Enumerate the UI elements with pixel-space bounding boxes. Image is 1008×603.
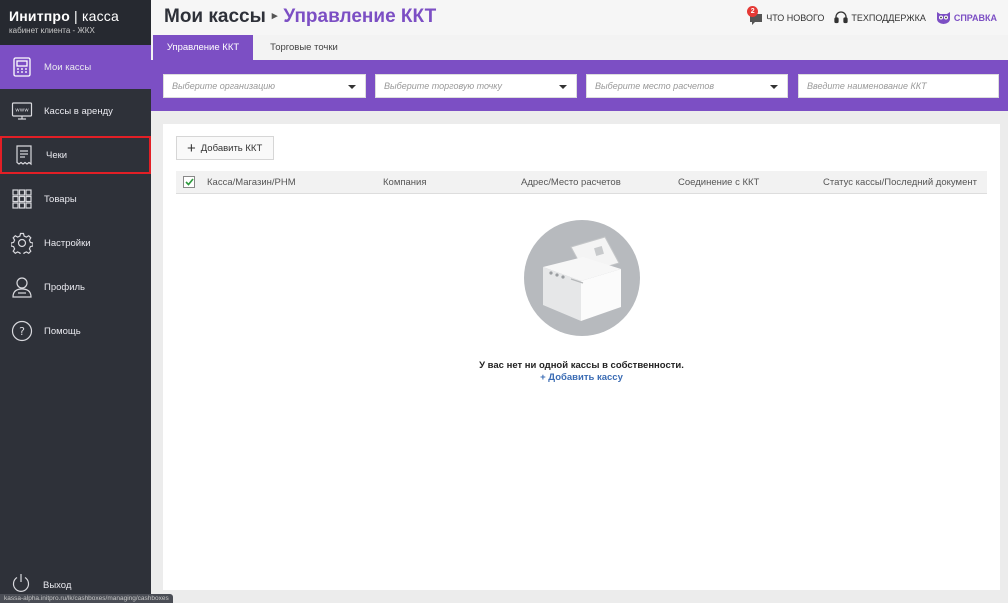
sidebar-item-receipts[interactable]: Чеки bbox=[0, 136, 151, 174]
brand-title: Инитпро | касса bbox=[9, 8, 151, 24]
column-header-connection[interactable]: Соединение с ККТ bbox=[678, 171, 759, 194]
breadcrumb-root[interactable]: Мои кассы bbox=[164, 6, 266, 27]
breadcrumb: Мои кассы ▸ Управление ККТ bbox=[164, 6, 436, 28]
receipt-icon bbox=[12, 143, 36, 167]
whats-new-link[interactable]: 2 ЧТО НОВОГО bbox=[747, 5, 825, 26]
breadcrumb-separator-icon: ▸ bbox=[271, 10, 278, 22]
sidebar-item-label: Кассы в аренду bbox=[44, 105, 113, 117]
chevron-down-icon bbox=[559, 85, 567, 89]
sidebar: Инитпро | касса кабинет клиента - ЖКХ Мо… bbox=[0, 0, 151, 603]
support-link[interactable]: ТЕХПОДДЕРЖКА bbox=[834, 10, 926, 26]
sidebar-item-help[interactable]: ? Помощь bbox=[0, 309, 151, 353]
add-kkt-label: Добавить ККТ bbox=[200, 142, 263, 154]
payment-place-select-placeholder: Выберите место расчетов bbox=[595, 81, 715, 91]
notification-badge: 2 bbox=[747, 5, 759, 17]
sidebar-item-label: Товары bbox=[44, 193, 77, 205]
chevron-down-icon bbox=[770, 85, 778, 89]
payment-place-select[interactable]: Выберите место расчетов bbox=[586, 74, 788, 98]
sidebar-item-label: Профиль bbox=[44, 281, 86, 293]
whats-new-label: ЧТО НОВОГО bbox=[766, 13, 825, 23]
content-panel: + Добавить ККТ Касса/Магазин/РНМ Компани… bbox=[163, 124, 1000, 590]
headset-icon bbox=[834, 10, 849, 26]
trade-point-select[interactable]: Выберите торговую точку bbox=[375, 74, 577, 98]
organization-select-placeholder: Выберите организацию bbox=[172, 81, 276, 91]
status-bar-url: kassa-alpha.initpro.ru/lk/cashboxes/mana… bbox=[0, 594, 173, 603]
svg-text:www: www bbox=[15, 108, 29, 114]
column-header-cashbox[interactable]: Касса/Магазин/РНМ bbox=[207, 171, 296, 194]
brand-separator: | bbox=[74, 8, 78, 24]
column-header-company[interactable]: Компания bbox=[383, 171, 426, 194]
svg-text:?: ? bbox=[19, 325, 25, 338]
sidebar-item-profile[interactable]: Профиль bbox=[0, 265, 151, 309]
sidebar-item-settings[interactable]: Настройки bbox=[0, 221, 151, 265]
column-header-address[interactable]: Адрес/Место расчетов bbox=[521, 171, 621, 194]
cash-register-icon bbox=[10, 55, 34, 79]
monitor-www-icon: www bbox=[10, 99, 34, 123]
brand[interactable]: Инитпро | касса кабинет клиента - ЖКХ bbox=[0, 0, 151, 45]
organization-select[interactable]: Выберите организацию bbox=[163, 74, 366, 98]
help-reference-link[interactable]: СПРАВКА bbox=[936, 11, 997, 26]
user-icon bbox=[10, 275, 34, 299]
owl-icon bbox=[936, 11, 951, 26]
grid-icon bbox=[10, 187, 34, 211]
kkt-name-input[interactable]: Введите наименование ККТ bbox=[798, 74, 999, 98]
empty-state-message: У вас нет ни одной кассы в собственности… bbox=[479, 360, 684, 371]
sidebar-item-label: Мои кассы bbox=[44, 61, 92, 73]
table-header: Касса/Магазин/РНМ Компания Адрес/Место р… bbox=[176, 171, 987, 194]
page-title: Управление ККТ bbox=[283, 6, 437, 27]
add-cashbox-link[interactable]: + Добавить кассу bbox=[163, 372, 1000, 383]
column-header-status[interactable]: Статус кассы/Последний документ bbox=[823, 171, 977, 194]
filter-bar: Выберите организацию Выберите торговую т… bbox=[151, 60, 1008, 111]
help-icon: ? bbox=[10, 319, 34, 343]
kkt-name-input-placeholder: Введите наименование ККТ bbox=[807, 81, 927, 91]
select-all-checkbox[interactable] bbox=[183, 176, 195, 188]
sidebar-item-label: Помощь bbox=[44, 325, 81, 337]
help-reference-label: СПРАВКА bbox=[953, 13, 997, 23]
tab-kkt-management[interactable]: Управление ККТ bbox=[153, 35, 253, 60]
sidebar-item-my-cashboxes[interactable]: Мои кассы bbox=[0, 45, 151, 89]
support-label: ТЕХПОДДЕРЖКА bbox=[851, 13, 926, 23]
chat-icon: 2 bbox=[747, 5, 763, 26]
cash-register-illustration bbox=[524, 220, 640, 336]
sidebar-item-rental-cashboxes[interactable]: www Кассы в аренду bbox=[0, 89, 151, 133]
brand-product: касса bbox=[81, 8, 119, 24]
tab-trade-points[interactable]: Торговые точки bbox=[259, 35, 349, 60]
sidebar-item-label: Настройки bbox=[44, 237, 91, 249]
trade-point-select-placeholder: Выберите торговую точку bbox=[384, 81, 503, 91]
gear-icon bbox=[10, 231, 34, 255]
tabs: Управление ККТ Торговые точки bbox=[151, 35, 1008, 60]
add-kkt-button[interactable]: + Добавить ККТ bbox=[176, 136, 274, 160]
chevron-down-icon bbox=[348, 85, 356, 89]
brand-subtitle: кабинет клиента - ЖКХ bbox=[9, 26, 95, 35]
header-links: 2 ЧТО НОВОГО ТЕХПОДДЕРЖКА СПРАВКА bbox=[747, 5, 997, 26]
brand-name: Инитпро bbox=[9, 8, 70, 24]
sidebar-item-label: Чеки bbox=[46, 149, 68, 161]
logout-label: Выход bbox=[43, 579, 72, 591]
sidebar-item-products[interactable]: Товары bbox=[0, 177, 151, 221]
plus-icon: + bbox=[187, 139, 196, 157]
header: Мои кассы ▸ Управление ККТ 2 ЧТО НОВОГО ТЕ… bbox=[151, 0, 1008, 35]
checkmark-icon bbox=[184, 178, 194, 186]
